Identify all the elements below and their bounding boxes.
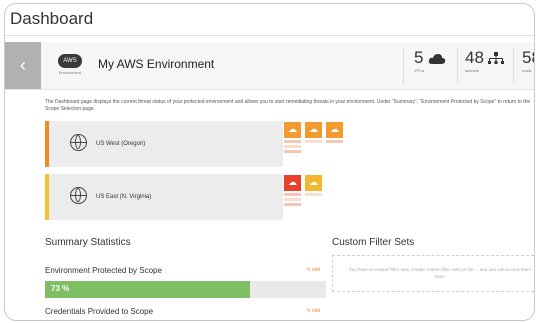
stat-hosts: 58 hosts [522, 48, 534, 84]
stat-vpcs: 5 VPCs [414, 48, 454, 84]
edit-link[interactable]: ✎ edit [306, 308, 320, 314]
aws-cloud-icon: AWS [58, 54, 82, 68]
threat-band [284, 140, 301, 143]
stat-separator [513, 48, 514, 84]
pencil-icon: ✎ [306, 267, 311, 273]
env-protected-label: Environment Protected by Scope [45, 266, 162, 275]
env-protected-row: Environment Protected by Scope ✎ edit [45, 261, 326, 282]
summary-title: Summary Statistics [45, 237, 131, 248]
threat-cloud-icon[interactable]: ☁ [305, 175, 322, 191]
back-button[interactable]: ‹ [5, 42, 41, 89]
pencil-icon: ✎ [306, 308, 311, 314]
threat-band [305, 193, 322, 196]
stat-value: 5 [414, 48, 424, 67]
cloud-icon [428, 53, 446, 64]
chevron-left-icon: ‹ [20, 55, 26, 75]
stat-separator [457, 48, 458, 84]
credentials-label: Credentials Provided to Scope [45, 307, 154, 316]
threat-band [284, 203, 301, 206]
stat-label: hosts [522, 68, 532, 73]
threat-band [326, 140, 343, 143]
threat-band [284, 145, 301, 148]
threat-band [284, 150, 301, 153]
env-protected-progress: 73 % [45, 281, 326, 298]
edit-link-label: edit [311, 308, 320, 314]
environment-name: My AWS Environment [98, 57, 215, 71]
custom-filter-title: Custom Filter Sets [332, 237, 415, 248]
threat-band [305, 140, 322, 143]
globe-icon [70, 134, 87, 151]
page-title: Dashboard [10, 9, 94, 28]
custom-filter-empty-box: You have no custom filter sets. Create c… [332, 255, 534, 292]
custom-filter-empty-text: You have no custom filter sets. Create c… [349, 267, 531, 279]
threat-cloud-icon[interactable]: ☁ [284, 175, 301, 191]
region-card-us-east[interactable]: US East (N. Virginia) [45, 174, 283, 220]
environment-bar: ‹ AWS Environment My AWS Environment 5 V… [5, 42, 534, 90]
globe-icon [70, 187, 87, 204]
stat-value: 58 [522, 48, 534, 67]
stat-label: subnets [465, 68, 480, 73]
region-card-us-west[interactable]: US West (Oregon) [45, 121, 283, 167]
threat-band [284, 198, 301, 201]
threat-band [284, 193, 301, 196]
dashboard-description: The Dashboard page displays the current … [45, 99, 531, 112]
status-stripe [45, 121, 49, 167]
aws-logo: AWS Environment [56, 49, 84, 75]
threat-cloud-icon[interactable]: ☁ [305, 122, 322, 138]
edit-link[interactable]: ✎ edit [306, 267, 320, 273]
region-name: US West (Oregon) [96, 141, 146, 147]
stat-value: 48 [465, 48, 484, 67]
status-stripe [45, 174, 49, 220]
threat-cloud-icon[interactable]: ☁ [284, 122, 301, 138]
stat-separator [403, 48, 404, 84]
threat-cloud-icon[interactable]: ☁ [326, 122, 343, 138]
stat-subnets: 48 subnets [465, 48, 510, 84]
aws-logo-subtitle: Environment [58, 70, 82, 75]
edit-link-label: edit [311, 267, 320, 273]
network-icon [488, 52, 505, 65]
stat-label: VPCs [414, 68, 425, 73]
divider [5, 35, 534, 36]
credentials-row: Credentials Provided to Scope ✎ edit [45, 302, 326, 320]
progress-percent: 73 % [51, 284, 70, 293]
progress-fill [45, 281, 251, 298]
region-name: US East (N. Virginia) [96, 194, 152, 200]
dashboard-window: Dashboard ‹ AWS Environment My AWS Envir… [4, 3, 535, 321]
